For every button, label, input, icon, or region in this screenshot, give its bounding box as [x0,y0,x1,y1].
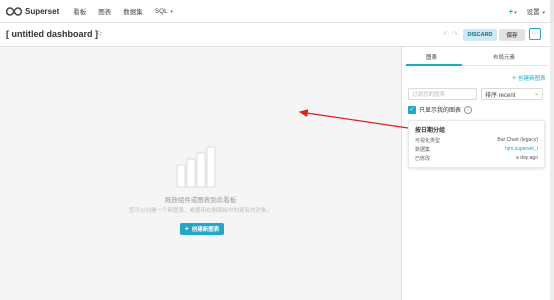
builder-side-panel: 图表 布局元素 + 创建新图表 过滤您的图表 排序 recent ⌄ ✓ 只显示我… [402,47,550,300]
nav-sql-menu[interactable]: SQL ▾ [155,8,173,15]
chevron-down-icon: ▾ [170,8,173,15]
plus-icon: + [508,6,514,16]
settings-menu[interactable]: 设置 ▾ [527,6,545,16]
discard-button[interactable]: DISCARD [463,29,497,41]
chevron-down-icon: ▾ [514,9,517,16]
superset-logo-icon [6,6,22,16]
plus-icon: + [512,75,517,82]
more-options-button[interactable]: ··· [529,28,541,40]
chevron-down-icon: ⌄ [533,91,539,97]
page-scrollbar[interactable] [550,22,554,300]
row-label: 数据集 [415,147,431,153]
brand-name: Superset [25,6,60,16]
nav-datasets[interactable]: 数据集 [123,6,143,16]
only-mine-label: 只显示我的图表 [419,108,462,114]
active-tab-indicator [406,64,462,66]
sort-select-value: 排序 recent [485,92,516,99]
dashboard-title[interactable]: [ untitled dashboard ] [6,29,98,39]
row-value: a day ago [516,155,538,161]
plus-icon: + [184,225,189,233]
nav-dashboards[interactable]: 看板 [73,6,86,16]
create-chart-label: 创建新图表 [191,227,220,233]
chevron-down-icon: ▾ [542,10,545,16]
empty-state-description: 您可以创建一个新图表，或使用右侧面板中的现有的对象。 [128,208,272,214]
save-button[interactable]: 保存 [499,29,525,41]
info-icon[interactable]: i [464,105,473,114]
tab-layout-elements[interactable]: 布局元素 [493,53,515,61]
chart-card-row-dataset: 数据集 hjm.superset_t [415,146,538,153]
create-chart-link[interactable]: + 创建新图表 [512,74,546,82]
scrollbar-top [550,0,554,22]
row-label: 已修改 [415,156,431,162]
empty-chart-illustration-icon [176,146,216,188]
sort-select[interactable]: 排序 recent ⌄ [481,88,543,100]
favorite-star-icon[interactable]: ☆ [95,28,103,39]
nav-charts[interactable]: 图表 [98,6,111,16]
superset-logo[interactable]: Superset [6,7,59,16]
new-plus-button[interactable]: +▾ [508,7,516,16]
create-chart-button[interactable]: + 创建新图表 [180,223,224,235]
checkbox-checked-icon[interactable]: ✓ [408,105,416,114]
chart-card-title: 按日期分组 [415,128,446,134]
dashboard-header: [ untitled dashboard ] ☆ ↶ ↷ DISCARD 保存 … [0,23,554,47]
chart-card[interactable]: 按日期分组 可视化类型 Bar Chart (legacy) 数据集 hjm.s… [408,120,545,168]
tab-charts[interactable]: 图表 [426,53,437,61]
create-chart-link-label: 创建新图表 [518,76,546,82]
only-mine-checkbox-row[interactable]: ✓ 只显示我的图表 i [408,105,473,114]
chart-card-row-modified: 已修改 a day ago [415,155,538,162]
row-label: 可视化类型 [415,138,441,144]
row-value: Bar Chart (legacy) [497,137,538,143]
top-navbar: Superset 看板 图表 数据集 SQL ▾ +▾ 设置 ▾ [0,0,554,23]
chart-filter-input[interactable]: 过滤您的图表 [408,88,477,100]
undo-icon[interactable]: ↶ [443,30,449,38]
dashboard-canvas[interactable]: 拖放组件或图表到此看板 您可以创建一个新图表，或使用右侧面板中的现有的对象。 +… [0,47,402,300]
dataset-link[interactable]: hjm.superset_t [505,146,538,152]
panel-tabs: 图表 布局元素 [404,51,548,66]
nav-sql-label: SQL [154,7,168,15]
empty-state-title: 拖放组件或图表到此看板 [164,197,237,204]
settings-label: 设置 [526,9,540,16]
nav-right: +▾ 设置 ▾ [508,0,554,22]
redo-icon[interactable]: ↷ [452,30,458,38]
chart-card-row-viz-type: 可视化类型 Bar Chart (legacy) [415,137,538,144]
